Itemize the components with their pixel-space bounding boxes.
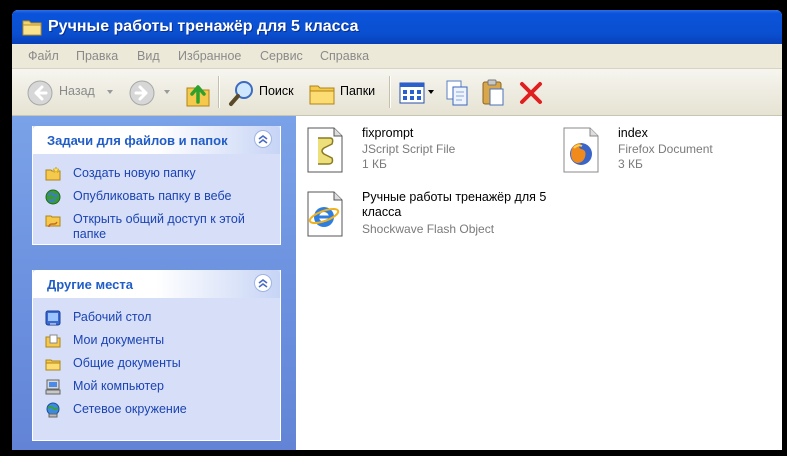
place-label: Рабочий стол bbox=[73, 310, 152, 324]
menu-help[interactable]: Справка bbox=[320, 49, 369, 63]
place-label: Мой компьютер bbox=[73, 379, 164, 393]
file-name: fixprompt bbox=[362, 126, 414, 140]
file-size: 1 КБ bbox=[362, 157, 387, 171]
place-label: Мои документы bbox=[73, 333, 165, 347]
chevron-up-icon bbox=[258, 135, 268, 144]
title-bar[interactable]: Ручные работы тренажёр для 5 класса bbox=[12, 10, 782, 44]
forward-dropdown-arrow-icon[interactable] bbox=[164, 90, 170, 94]
toolbar-separator bbox=[218, 76, 219, 108]
menu-edit[interactable]: Правка bbox=[76, 49, 118, 63]
collapse-button[interactable] bbox=[254, 274, 272, 292]
task-label: Опубликовать папку в вебе bbox=[73, 189, 232, 203]
file-tasks-panel: Задачи для файлов и папок Создать новую … bbox=[32, 126, 281, 245]
search-button[interactable] bbox=[228, 79, 256, 112]
my-documents-icon bbox=[45, 334, 61, 348]
menu-file[interactable]: Файл bbox=[28, 49, 59, 63]
task-label: Открыть общий доступ к этой папке bbox=[73, 212, 245, 241]
move-to-button[interactable] bbox=[480, 78, 506, 113]
menu-favorites[interactable]: Избранное bbox=[178, 49, 241, 63]
file-type: Shockwave Flash Object bbox=[362, 222, 495, 236]
desktop-icon bbox=[45, 310, 61, 326]
file-view[interactable]: fixprompt JScript Script File 1 КБ index… bbox=[296, 116, 782, 450]
window-title: Ручные работы тренажёр для 5 класса bbox=[48, 18, 359, 35]
menu-tools[interactable]: Сервис bbox=[260, 49, 303, 63]
explorer-window: Ручные работы тренажёр для 5 класса Файл… bbox=[12, 10, 782, 450]
forward-button[interactable] bbox=[128, 79, 156, 112]
up-folder-icon bbox=[186, 85, 210, 107]
search-label[interactable]: Поиск bbox=[259, 84, 294, 98]
jscript-file-icon bbox=[307, 127, 343, 173]
toolbar-separator bbox=[389, 76, 390, 108]
share-folder-icon bbox=[45, 215, 61, 228]
back-arrow-icon bbox=[27, 80, 53, 106]
up-folder-button[interactable] bbox=[184, 78, 212, 113]
views-icon bbox=[399, 82, 425, 104]
views-dropdown-arrow-icon[interactable] bbox=[428, 90, 434, 94]
forward-arrow-icon bbox=[129, 80, 155, 106]
folders-icon bbox=[309, 85, 335, 105]
copy-icon bbox=[446, 80, 468, 106]
folder-icon bbox=[22, 18, 42, 36]
delete-icon bbox=[520, 82, 542, 104]
menu-view[interactable]: Вид bbox=[137, 49, 160, 63]
network-icon bbox=[46, 402, 60, 418]
toolbar: Назад Поиск Папки bbox=[12, 69, 782, 116]
new-folder-icon bbox=[45, 166, 61, 181]
collapse-button[interactable] bbox=[254, 130, 272, 148]
back-button[interactable] bbox=[26, 79, 54, 112]
file-name: index bbox=[618, 126, 648, 140]
views-button[interactable] bbox=[399, 81, 425, 110]
other-places-title: Другие места bbox=[47, 277, 134, 292]
file-tasks-title: Задачи для файлов и папок bbox=[47, 133, 228, 148]
other-places-panel: Другие места Рабочий стол Мои документы … bbox=[32, 270, 281, 441]
flash-object-icon bbox=[307, 191, 343, 237]
task-label: Создать новую папку bbox=[73, 166, 196, 180]
shared-documents-icon bbox=[45, 359, 61, 371]
folders-label[interactable]: Папки bbox=[340, 84, 375, 98]
task-pane: Задачи для файлов и папок Создать новую … bbox=[12, 116, 296, 450]
back-dropdown-arrow-icon[interactable] bbox=[107, 90, 113, 94]
chevron-up-icon bbox=[258, 279, 268, 288]
other-places-header[interactable]: Другие места bbox=[33, 270, 280, 298]
file-item-index[interactable]: index Firefox Document 3 КБ bbox=[562, 126, 772, 176]
file-type: JScript Script File bbox=[362, 142, 456, 156]
search-icon bbox=[229, 81, 253, 106]
menu-bar: Файл Правка Вид Избранное Сервис Справка bbox=[12, 44, 782, 69]
place-label: Сетевое окружение bbox=[73, 402, 187, 416]
copy-to-button[interactable] bbox=[444, 79, 470, 112]
my-computer-icon bbox=[45, 379, 61, 395]
file-name: Ручные работы тренажёр для 5 класса bbox=[362, 190, 547, 219]
file-item-flash[interactable]: Ручные работы тренажёр для 5 класса Shoc… bbox=[306, 190, 566, 246]
clipboard-icon bbox=[482, 79, 504, 106]
delete-button[interactable] bbox=[518, 80, 544, 111]
web-publish-icon bbox=[45, 189, 61, 205]
file-tasks-header[interactable]: Задачи для файлов и папок bbox=[33, 126, 280, 154]
place-label: Общие документы bbox=[73, 356, 181, 370]
folders-button[interactable] bbox=[308, 80, 336, 111]
file-type: Firefox Document bbox=[618, 142, 713, 156]
file-size: 3 КБ bbox=[618, 157, 643, 171]
firefox-document-icon bbox=[563, 127, 599, 173]
back-label: Назад bbox=[59, 84, 95, 98]
file-item-fixprompt[interactable]: fixprompt JScript Script File 1 КБ bbox=[306, 126, 546, 176]
